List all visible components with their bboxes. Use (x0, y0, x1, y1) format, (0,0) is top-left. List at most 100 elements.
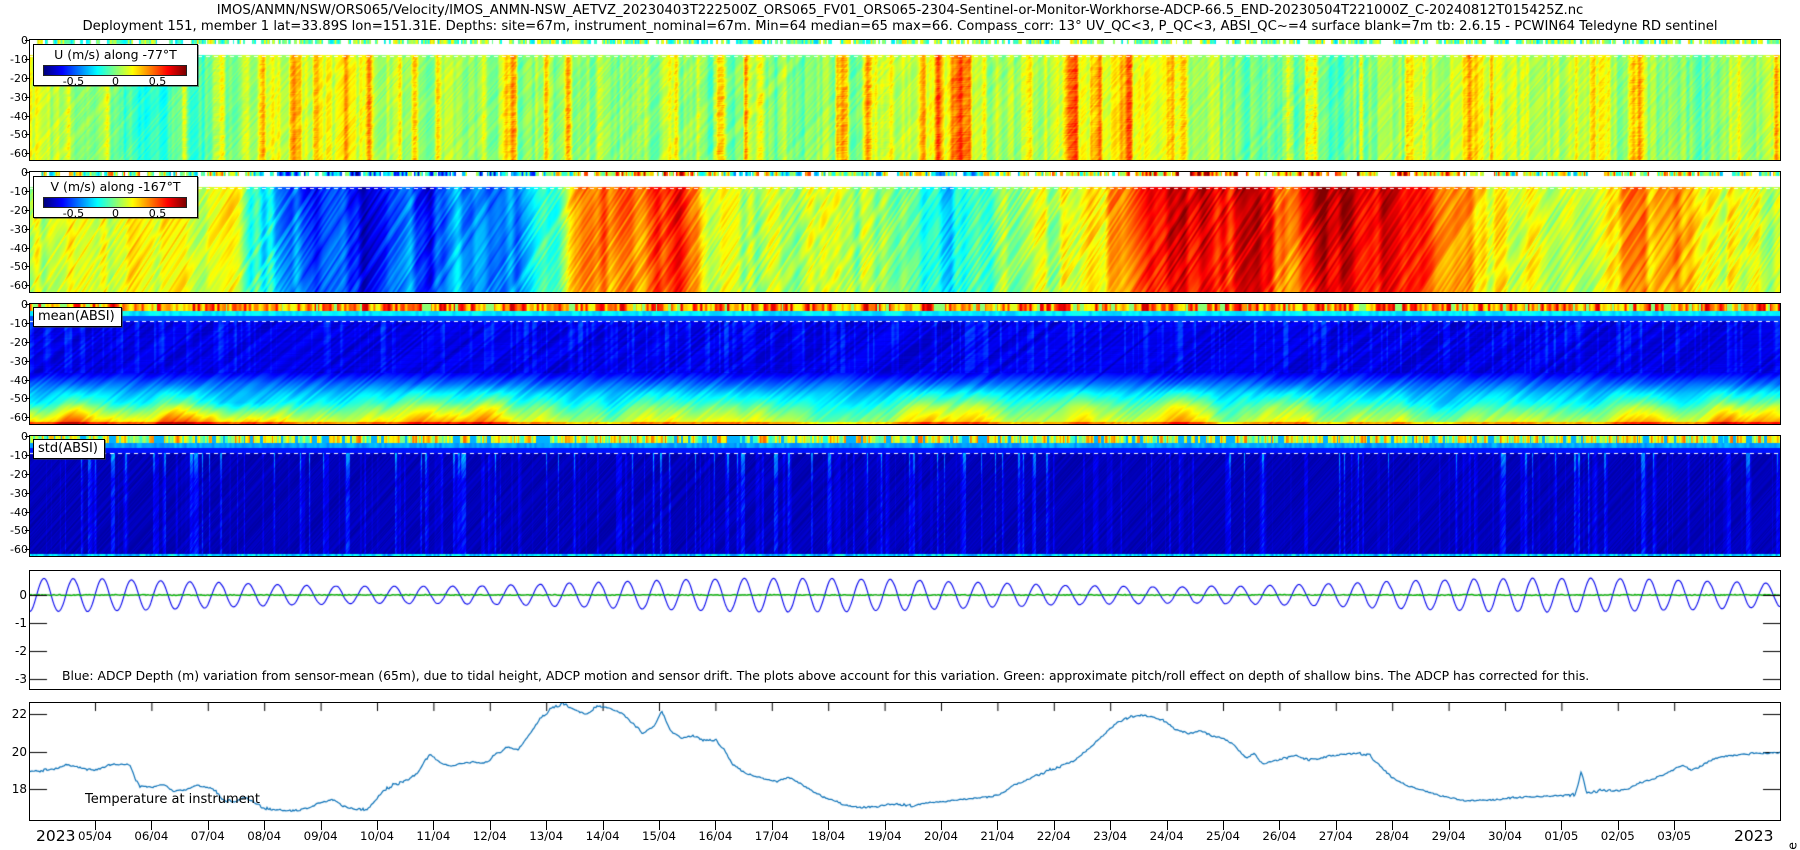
temperature-plot (29, 702, 1781, 821)
depth-panel-annotation: Blue: ADCP Depth (m) variation from sens… (62, 668, 1590, 683)
x-axis-date-label: 24/04 (1149, 829, 1184, 843)
depth-axis-tick (25, 473, 30, 475)
depth-axis-tick (25, 134, 30, 136)
depth-axis-tick (25, 96, 30, 98)
depth-axis-tick (25, 247, 30, 249)
x-axis-tick (1110, 821, 1112, 830)
depth-axis-tick (25, 454, 30, 456)
depth-axis-tick (25, 322, 30, 324)
x-axis-date-label: 02/05 (1600, 829, 1635, 843)
x-axis-tick (884, 821, 886, 830)
x-axis-tick (1617, 821, 1619, 830)
x-axis-tick (264, 821, 266, 830)
adcp-deployment-figure: IMOS/ANMN/NSW/ORS065/Velocity/IMOS_ANMN-… (0, 0, 1800, 850)
x-axis-date-label: 19/04 (867, 829, 902, 843)
x-axis-tick (1505, 821, 1506, 830)
depth-axis-tick (25, 228, 30, 230)
temperature-label: Temperature at instrument (85, 792, 260, 807)
x-axis-date-label: 20/04 (924, 829, 958, 843)
x-axis-date-label: 08/04 (247, 829, 282, 843)
mean-absi-label: mean(ABSI) (33, 307, 122, 327)
x-axis-tick (1279, 821, 1281, 830)
x-axis-date-label: 27/04 (1318, 829, 1353, 843)
x-axis-tick (207, 821, 209, 830)
temperature-ytick-label: 18 (11, 782, 27, 797)
x-axis-date-label: 03/05 (1657, 829, 1692, 843)
x-axis-date-label: 11/04 (416, 829, 451, 843)
x-axis-tick (941, 821, 942, 830)
depth-axis-tick (25, 266, 30, 268)
depth-axis-tick (25, 398, 30, 400)
v-colorbar-tick-min: -0.5 (62, 207, 85, 220)
depth-axis-tick (25, 436, 30, 437)
depth-axis-tick (25, 209, 30, 211)
x-axis-date-label: 15/04 (642, 829, 676, 843)
x-axis-date-label: 30/04 (1488, 829, 1522, 843)
x-axis-date-label: 06/04 (134, 829, 169, 843)
x-axis-tick (95, 821, 96, 830)
x-axis-date-label: 12/04 (472, 829, 507, 843)
x-axis-date-label: 25/04 (1206, 829, 1240, 843)
temperature-ytick-label: 20 (11, 744, 27, 759)
x-axis-date-label: 22/04 (1036, 829, 1071, 843)
x-axis-tick (1053, 821, 1055, 830)
depth-axis-tick (25, 360, 30, 362)
depth-axis-tick (25, 153, 30, 155)
depth-axis-tick (25, 341, 30, 343)
u-colorbar-tick-min: -0.5 (62, 75, 85, 88)
depth-axis-tick (25, 492, 30, 494)
v-colorbar: -0.5 0 0.5 (43, 195, 188, 220)
x-axis-tick (828, 821, 830, 830)
figure-title-filename: IMOS/ANMN/NSW/ORS065/Velocity/IMOS_ANMN-… (216, 3, 1584, 18)
x-axis-tick (320, 821, 322, 830)
depth-axis-tick (25, 549, 30, 551)
x-axis-date-label: 21/04 (980, 829, 1015, 843)
x-axis-tick (433, 821, 435, 830)
v-colorbar-tick-zero: 0 (112, 207, 119, 220)
figure-title-deployment: Deployment 151, member 1 lat=33.89S lon=… (82, 19, 1718, 34)
std-absi-label: std(ABSI) (33, 439, 105, 459)
x-axis-tick (997, 821, 999, 830)
depth-axis-tick (25, 40, 30, 41)
depth-axis-tick (25, 379, 30, 381)
x-axis-tick (1674, 821, 1676, 830)
u-legend-title: U (m/s) along -77°T (54, 47, 177, 62)
x-axis-tick (546, 821, 548, 830)
depth-variation-ytick-label: 0 (19, 588, 27, 602)
v-legend-title: V (m/s) along -167°T (50, 179, 181, 194)
x-axis-year-right: 2023 (1734, 827, 1774, 845)
x-axis-tick (1392, 821, 1394, 830)
depth-axis-tick (25, 530, 30, 532)
x-axis-date-label: 16/04 (698, 829, 733, 843)
depth-axis-tick (25, 172, 30, 173)
x-axis-date-label: 13/04 (529, 829, 564, 843)
depth-axis-tick (25, 511, 30, 513)
x-axis-tick (151, 821, 153, 830)
v-colorbar-tick-max: 0.5 (148, 207, 167, 220)
depth-axis-tick (25, 77, 30, 79)
u-colorbar-tick-max: 0.5 (148, 75, 167, 88)
x-axis-date-label: 23/04 (1093, 829, 1128, 843)
x-axis-tick (602, 821, 604, 830)
x-axis-date-label: 18/04 (811, 829, 846, 843)
x-axis-date-label: 05/04 (78, 829, 112, 843)
depth-variation-ytick-label: -2 (15, 644, 27, 658)
x-axis-tick (1448, 821, 1450, 830)
x-axis-tick (377, 821, 378, 830)
x-axis-tick (715, 821, 717, 830)
depth-axis-tick (25, 417, 30, 419)
depth-axis-tick (25, 115, 30, 117)
u-velocity-heatmap (29, 39, 1781, 161)
depth-axis-tick (25, 58, 30, 60)
x-axis-date-label: 01/05 (1544, 829, 1579, 843)
v-colorbar-legend: V (m/s) along -167°T -0.5 0 0.5 (33, 176, 198, 220)
x-axis-tick (1223, 821, 1224, 830)
x-axis-date-label: 28/04 (1375, 829, 1410, 843)
depth-variation-ytick-label: -1 (15, 616, 27, 630)
x-axis-tick (1561, 821, 1563, 830)
std-absi-heatmap (29, 435, 1781, 557)
x-axis-tick (1335, 821, 1337, 830)
x-axis-date-label: 07/04 (190, 829, 225, 843)
x-axis-tick (771, 821, 773, 830)
x-axis-date-label: 17/04 (754, 829, 789, 843)
